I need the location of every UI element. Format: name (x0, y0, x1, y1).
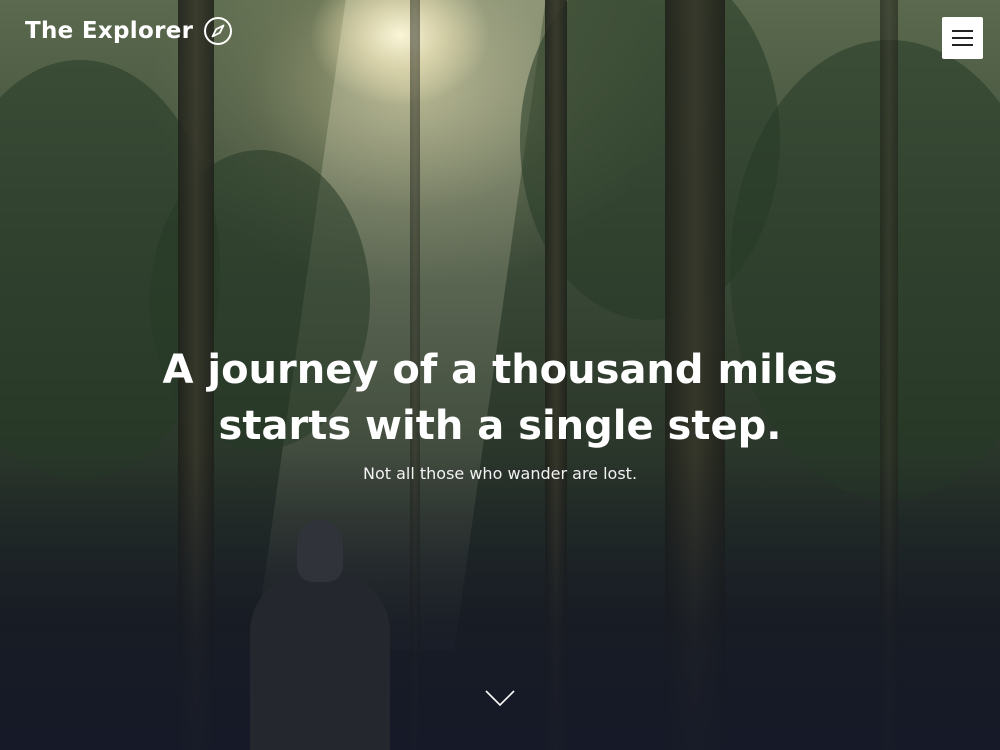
chevron-down-icon[interactable] (484, 688, 516, 708)
headline-line-1: A journey of a thousand miles (162, 347, 838, 393)
site-title[interactable]: The Explorer (25, 18, 193, 44)
hiker-silhouette (250, 572, 390, 750)
menu-button[interactable] (942, 17, 983, 59)
compass-icon (204, 17, 233, 45)
hiker-hood (297, 520, 343, 582)
hero-section: The Explorer A journey of a thousand mil… (0, 0, 1000, 750)
site-logo[interactable]: The Explorer (25, 16, 233, 46)
hero-headline: A journey of a thousand miles starts wit… (0, 342, 1000, 454)
hero-subtitle: Not all those who wander are lost. (362, 464, 638, 483)
headline-line-2: starts with a single step. (218, 403, 782, 449)
